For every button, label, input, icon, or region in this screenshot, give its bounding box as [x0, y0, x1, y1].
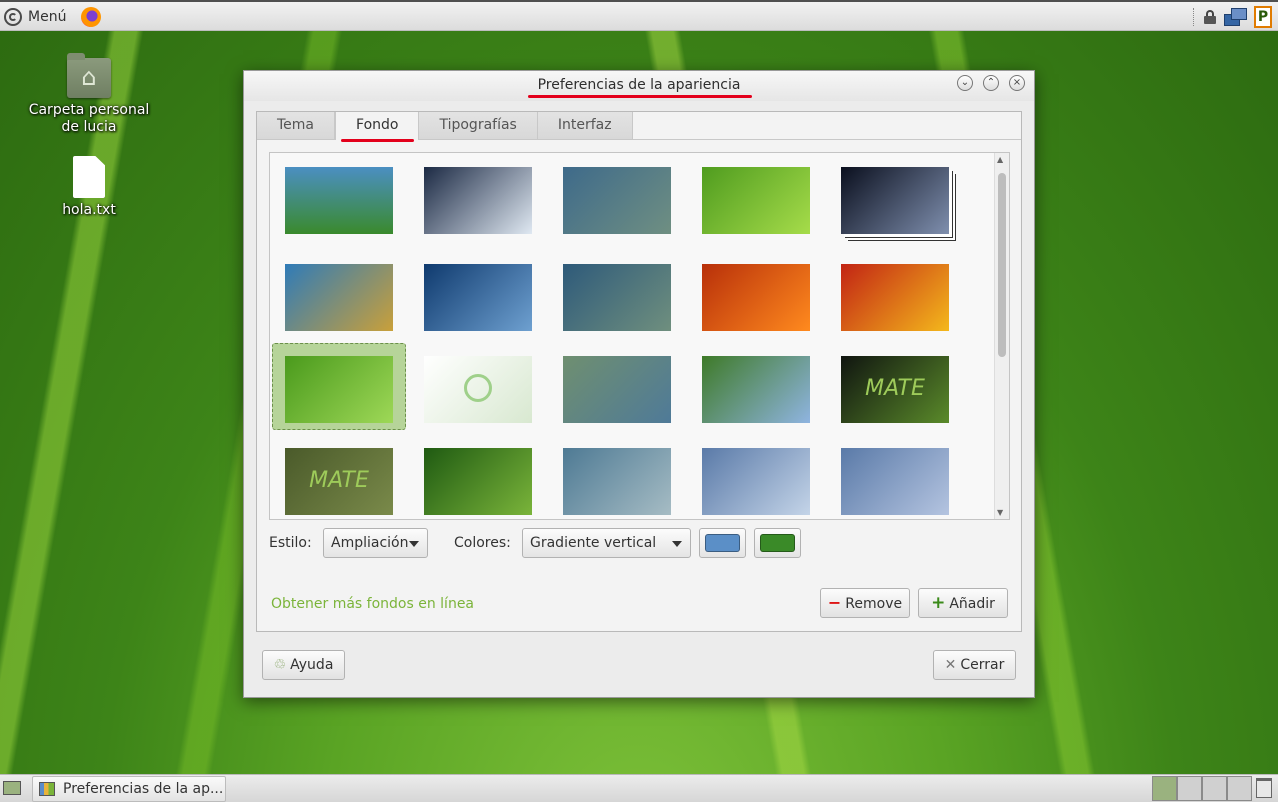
help-button[interactable]: ♲ Ayuda	[262, 650, 345, 680]
wallpaper-thumbnail-water-drop[interactable]	[424, 167, 532, 234]
style-label: Estilo:	[269, 535, 312, 551]
workspace-3[interactable]	[1202, 776, 1227, 801]
close-button[interactable]: ✕ Cerrar	[933, 650, 1016, 680]
wallpaper-thumbnail-mate-logo-olive[interactable]: MATE	[285, 448, 393, 515]
wallpaper-thumbnail-mint-logo-white[interactable]	[424, 356, 532, 423]
wallpaper-thumbnail-orange-flower[interactable]	[702, 264, 810, 331]
show-desktop-icon[interactable]	[3, 781, 21, 795]
title-annotation-underline	[528, 95, 752, 98]
tab-tipografias[interactable]: Tipografías	[419, 112, 538, 139]
style-combo[interactable]: Ampliación	[323, 528, 428, 558]
wallpaper-thumbnail-teal-bubbles[interactable]	[563, 264, 671, 331]
maximize-button[interactable]: ⌃	[983, 75, 999, 91]
desktop-icon-label: Carpeta personal de lucia	[28, 102, 150, 135]
top-panel: Menú P	[0, 0, 1278, 31]
wallpaper-thumbnail-green-grass[interactable]	[285, 356, 393, 423]
text-file-icon	[73, 156, 105, 198]
wallpaper-thumbnail-blue-gray-waves[interactable]	[563, 167, 671, 234]
appearance-preferences-window: Preferencias de la apariencia ⌄ ⌃ × Tema…	[243, 70, 1035, 698]
gallery-scrollbar[interactable]: ▲ ▼	[994, 153, 1009, 519]
workspace-1[interactable]	[1152, 776, 1177, 801]
wallpaper-thumbnail-beach-grass[interactable]	[285, 264, 393, 331]
lock-icon[interactable]	[1204, 10, 1216, 24]
scrollbar-thumb[interactable]	[998, 173, 1006, 357]
chevron-down-icon	[409, 541, 419, 547]
wallpaper-thumbnail-green-leaf[interactable]	[702, 167, 810, 234]
tab-fondo[interactable]: Fondo	[335, 112, 420, 140]
help-lifebuoy-icon: ♲	[273, 657, 287, 673]
menu-button[interactable]: Menú	[4, 5, 66, 29]
more-backgrounds-link[interactable]: Obtener más fondos en línea	[271, 596, 474, 612]
chevron-down-icon	[672, 541, 682, 547]
system-tray: P	[1193, 6, 1272, 28]
taskbar-item-label: Preferencias de la ap...	[63, 781, 224, 797]
tab-interfaz[interactable]: Interfaz	[537, 112, 633, 139]
add-button-label: Añadir	[949, 596, 995, 612]
secondary-color-button[interactable]	[754, 528, 801, 558]
primary-color-swatch	[705, 534, 740, 552]
window-title: Preferencias de la apariencia	[537, 77, 741, 93]
wallpaper-thumbnail-blue-gray-wave-2[interactable]	[563, 448, 671, 515]
close-button-label: Cerrar	[960, 657, 1005, 673]
wallpaper-thumbnail-blue-bubbles[interactable]	[424, 264, 532, 331]
window-titlebar[interactable]: Preferencias de la apariencia ⌄ ⌃ ×	[244, 71, 1034, 101]
plus-icon: +	[931, 593, 946, 613]
home-folder-icon	[67, 53, 111, 98]
desktop-icon-label: hola.txt	[62, 202, 116, 218]
tab-bar: Tema Fondo Tipografías Interfaz	[257, 112, 633, 140]
wallpaper-thumbnail-red-marigold[interactable]	[841, 264, 949, 331]
taskbar-item-appearance[interactable]: Preferencias de la ap...	[32, 776, 226, 802]
trash-icon[interactable]	[1256, 778, 1272, 798]
workspace-switcher	[1152, 776, 1252, 801]
firefox-icon[interactable]	[81, 7, 101, 27]
primary-color-button[interactable]	[699, 528, 746, 558]
help-button-label: Ayuda	[290, 657, 334, 673]
mate-logo-text: MATE	[865, 376, 925, 401]
close-window-button[interactable]: ×	[1009, 75, 1025, 91]
preferences-notebook: Tema Fondo Tipografías Interfaz ▲ ▼ MATE…	[256, 111, 1022, 632]
workspace-4[interactable]	[1227, 776, 1252, 801]
wallpaper-thumbnail-green-leaves-drops[interactable]	[424, 448, 532, 515]
add-button[interactable]: + Añadir	[918, 588, 1008, 618]
wallpaper-thumbnail-earth-from-space[interactable]	[841, 167, 949, 234]
wallpaper-thumbnail-blue-abstract-1[interactable]	[702, 448, 810, 515]
tab-tema[interactable]: Tema	[257, 112, 336, 139]
tab-annotation-underline	[341, 139, 414, 142]
close-icon: ✕	[944, 657, 957, 673]
bottom-panel: Preferencias de la ap...	[0, 774, 1278, 802]
secondary-color-swatch	[760, 534, 795, 552]
colors-combo-value: Gradiente vertical	[530, 535, 657, 551]
wallpaper-thumbnail-blue-green-lace[interactable]	[563, 356, 671, 423]
appearance-app-icon	[39, 782, 55, 796]
minus-icon: −	[827, 593, 842, 612]
remove-button-label: Remove	[845, 596, 903, 612]
remove-button[interactable]: − Remove	[820, 588, 910, 618]
p-applet-icon[interactable]: P	[1254, 6, 1272, 28]
mint-logo-icon	[4, 8, 22, 26]
wallpaper-gallery[interactable]: ▲ ▼ MATE MATE	[269, 152, 1010, 520]
desktop-icon-home-folder[interactable]: Carpeta personal de lucia	[18, 53, 160, 136]
network-icon[interactable]	[1224, 8, 1247, 26]
workspace-2[interactable]	[1177, 776, 1202, 801]
wallpaper-thumbnail-blue-abstract-2[interactable]	[841, 448, 949, 515]
mate-logo-text: MATE	[309, 468, 369, 493]
tray-separator	[1193, 8, 1196, 26]
scroll-down-arrow-icon[interactable]: ▼	[997, 508, 1003, 517]
mint-logo-icon	[464, 374, 492, 402]
wallpaper-thumbnail-green-blue-gradient[interactable]	[285, 167, 393, 234]
menu-label: Menú	[28, 9, 67, 25]
colors-label: Colores:	[454, 535, 511, 551]
style-combo-value: Ampliación	[331, 535, 409, 551]
desktop-icon-hola-txt[interactable]: hola.txt	[50, 156, 128, 219]
colors-combo[interactable]: Gradiente vertical	[522, 528, 691, 558]
scroll-up-arrow-icon[interactable]: ▲	[997, 155, 1003, 164]
wallpaper-thumbnail-mate-logo-dark[interactable]: MATE	[841, 356, 949, 423]
minimize-button[interactable]: ⌄	[957, 75, 973, 91]
wallpaper-thumbnail-ladybug-flowers[interactable]	[702, 356, 810, 423]
